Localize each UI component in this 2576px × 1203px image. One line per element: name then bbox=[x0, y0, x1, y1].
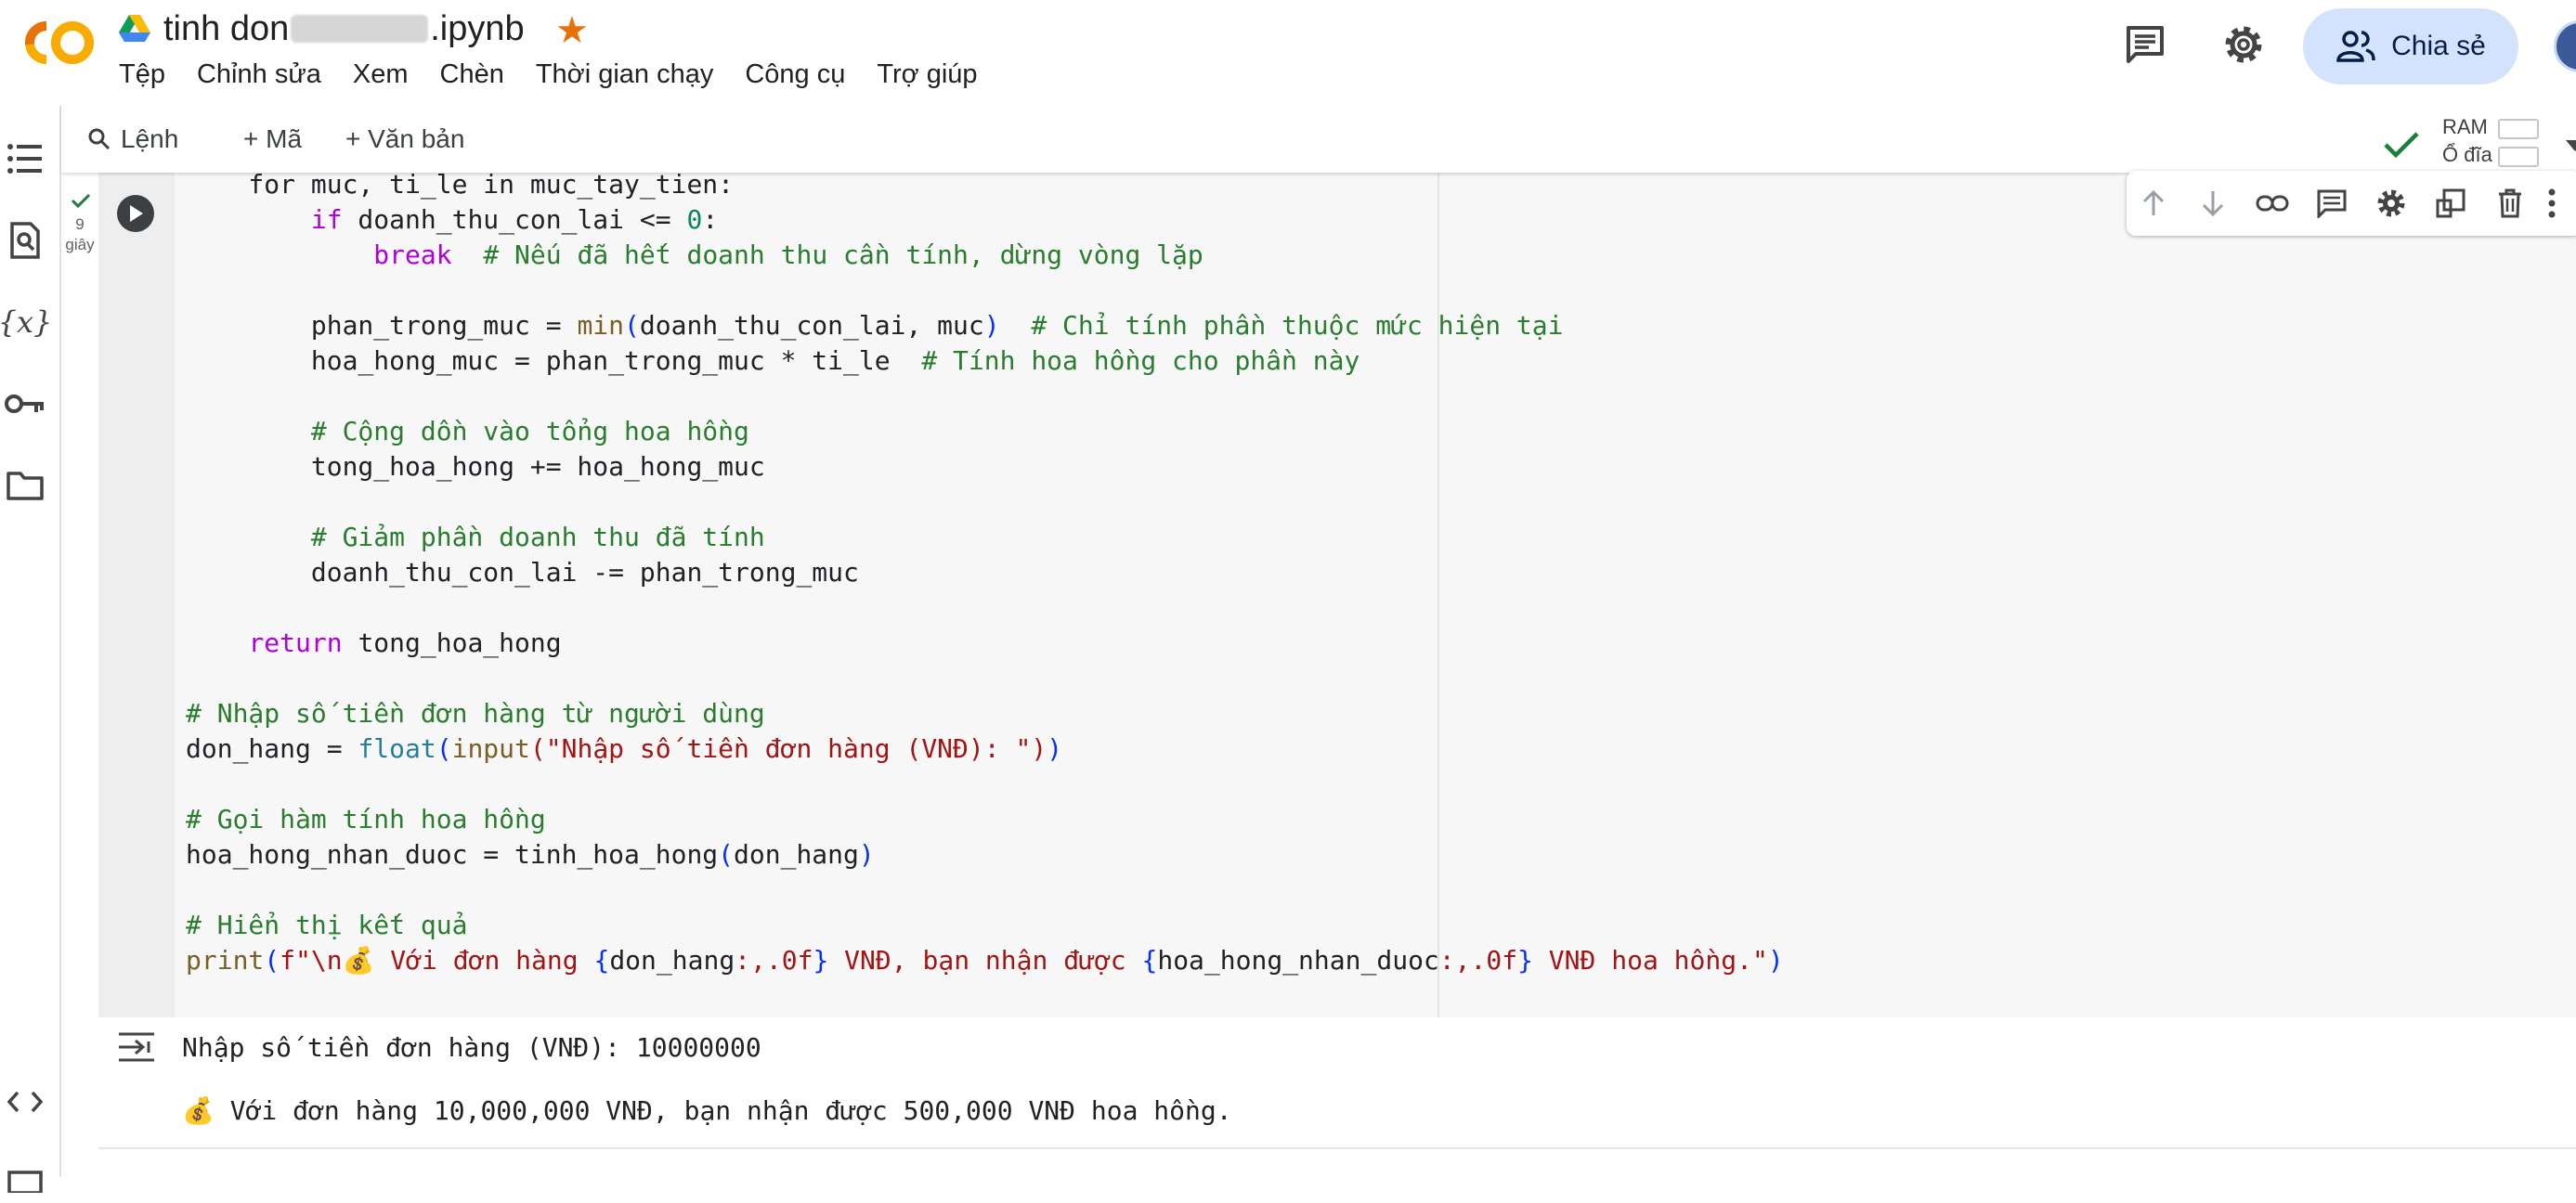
code-line: for muc, ti_le in muc_tay_tien: bbox=[186, 169, 735, 200]
menu-view[interactable]: Xem bbox=[353, 59, 409, 90]
exec-unit: giây bbox=[65, 236, 95, 253]
cell-toolbar bbox=[2127, 171, 2576, 236]
people-icon bbox=[2336, 31, 2375, 62]
command-palette-button[interactable]: Lệnh bbox=[87, 121, 178, 158]
title-suffix: .ipynb bbox=[430, 8, 525, 48]
folder-icon[interactable] bbox=[4, 464, 46, 507]
cell-status: 9 giây bbox=[61, 176, 98, 1012]
code-line: # Cộng dồn vào tổng hoa hồng bbox=[310, 416, 749, 446]
code-editor[interactable]: for muc, ti_le in muc_tay_tien: if doanh… bbox=[186, 167, 1784, 978]
code-line: don_hang = float(input("Nhập số tiền đơn… bbox=[186, 733, 1063, 764]
notebook-toolbar: Lệnh + Mã + Văn bản RAM Ổ đĩa bbox=[61, 106, 2576, 173]
colab-logo[interactable] bbox=[9, 17, 100, 69]
redacted-text bbox=[291, 15, 429, 43]
toc-icon[interactable] bbox=[4, 137, 46, 180]
run-cell-button[interactable] bbox=[117, 195, 154, 232]
code-line: phan_trong_muc = min(doanh_thu_con_lai, … bbox=[186, 310, 1564, 341]
notebook-title[interactable]: tinh don .ipynb bbox=[119, 7, 525, 50]
find-icon[interactable] bbox=[4, 219, 46, 262]
ram-meter bbox=[2498, 119, 2539, 139]
menu-tools[interactable]: Công cụ bbox=[745, 59, 845, 90]
code-line: # Nhập số tiền đơn hàng từ người dùng bbox=[186, 698, 765, 729]
exec-time: 9 bbox=[75, 215, 85, 233]
move-down-icon[interactable] bbox=[2193, 184, 2232, 223]
gear-icon[interactable] bbox=[2372, 184, 2411, 223]
chevron-down-icon[interactable] bbox=[2565, 139, 2576, 152]
drive-icon bbox=[119, 15, 150, 42]
code-line: break # Nếu đã hết doanh thu cần tính, d… bbox=[373, 239, 1203, 270]
left-sidebar: {𝑥} bbox=[0, 106, 61, 1193]
app-header: tinh don .ipynb ★ Tệp Chỉnh sửa Xem Chèn… bbox=[0, 0, 2576, 108]
code-line: doanh_thu_con_lai -= phan_trong_muc bbox=[186, 557, 859, 588]
move-up-icon[interactable] bbox=[2134, 184, 2173, 223]
cell-run-gutter bbox=[98, 173, 175, 1017]
output-line: Nhập số tiền đơn hàng (VNĐ): 10000000 bbox=[182, 1032, 761, 1063]
share-label: Chia sẻ bbox=[2391, 31, 2486, 61]
title-prefix: tinh don bbox=[163, 8, 290, 48]
gear-icon[interactable] bbox=[2219, 20, 2268, 69]
link-icon[interactable] bbox=[2253, 184, 2292, 223]
check-icon bbox=[2384, 132, 2419, 159]
add-code-button[interactable]: + Mã bbox=[243, 121, 302, 158]
delete-icon[interactable] bbox=[2491, 184, 2530, 223]
output-line: 💰 Với đơn hàng 10,000,000 VNĐ, bạn nhận … bbox=[182, 1095, 1232, 1126]
code-line: hoa_hong_muc = phan_trong_muc * ti_le # … bbox=[186, 345, 1360, 376]
output-toggle-icon[interactable] bbox=[117, 1030, 156, 1064]
menu-runtime[interactable]: Thời gian chạy bbox=[536, 59, 714, 90]
menu-help[interactable]: Trợ giúp bbox=[877, 59, 977, 90]
search-icon bbox=[88, 128, 111, 150]
disk-label: Ổ đĩa bbox=[2442, 143, 2492, 166]
disk-meter bbox=[2498, 147, 2539, 167]
code-snippets-icon[interactable] bbox=[4, 1080, 46, 1123]
comment-icon[interactable] bbox=[2121, 20, 2169, 69]
code-line: # Gọi hàm tính hoa hồng bbox=[186, 804, 546, 834]
menu-file[interactable]: Tệp bbox=[119, 59, 165, 90]
comment-icon[interactable] bbox=[2312, 184, 2351, 223]
code-line: hoa_hong_nhan_duoc = tinh_hoa_hong(don_h… bbox=[186, 839, 875, 870]
more-vert-icon[interactable] bbox=[2543, 184, 2561, 223]
menu-insert[interactable]: Chèn bbox=[440, 59, 504, 90]
executed-check-icon bbox=[71, 193, 91, 208]
code-line: print(f"\n💰 Với đơn hàng {don_hang:,.0f}… bbox=[186, 945, 1784, 976]
code-line: return tong_hoa_hong bbox=[248, 627, 562, 658]
code-line: # Hiển thị kết quả bbox=[186, 910, 468, 940]
add-text-label: + Văn bản bbox=[345, 124, 465, 153]
add-text-button[interactable]: + Văn bản bbox=[345, 121, 464, 158]
command-label: Lệnh bbox=[121, 124, 179, 153]
code-line: # Giảm phần doanh thu đã tính bbox=[310, 522, 765, 552]
variables-icon[interactable]: {𝑥} bbox=[0, 301, 52, 343]
star-icon[interactable]: ★ bbox=[555, 9, 589, 52]
ram-label: RAM bbox=[2442, 115, 2488, 138]
avatar[interactable] bbox=[2554, 20, 2576, 72]
menu-edit[interactable]: Chỉnh sửa bbox=[197, 59, 321, 90]
key-icon[interactable] bbox=[4, 382, 46, 425]
share-button[interactable]: Chia sẻ bbox=[2303, 8, 2518, 84]
terminal-icon[interactable] bbox=[4, 1160, 46, 1203]
menu-bar: Tệp Chỉnh sửa Xem Chèn Thời gian chạy Cô… bbox=[119, 59, 978, 90]
code-line: if doanh_thu_con_lai <= 0: bbox=[310, 204, 719, 235]
mirror-cell-icon[interactable] bbox=[2431, 184, 2470, 223]
cell-output: Nhập số tiền đơn hàng (VNĐ): 10000000 💰 … bbox=[98, 1017, 2576, 1149]
line-length-ruler bbox=[1438, 173, 1439, 1017]
add-code-label: + Mã bbox=[243, 124, 303, 153]
code-line: tong_hoa_hong += hoa_hong_muc bbox=[186, 451, 765, 482]
play-icon bbox=[130, 205, 143, 222]
